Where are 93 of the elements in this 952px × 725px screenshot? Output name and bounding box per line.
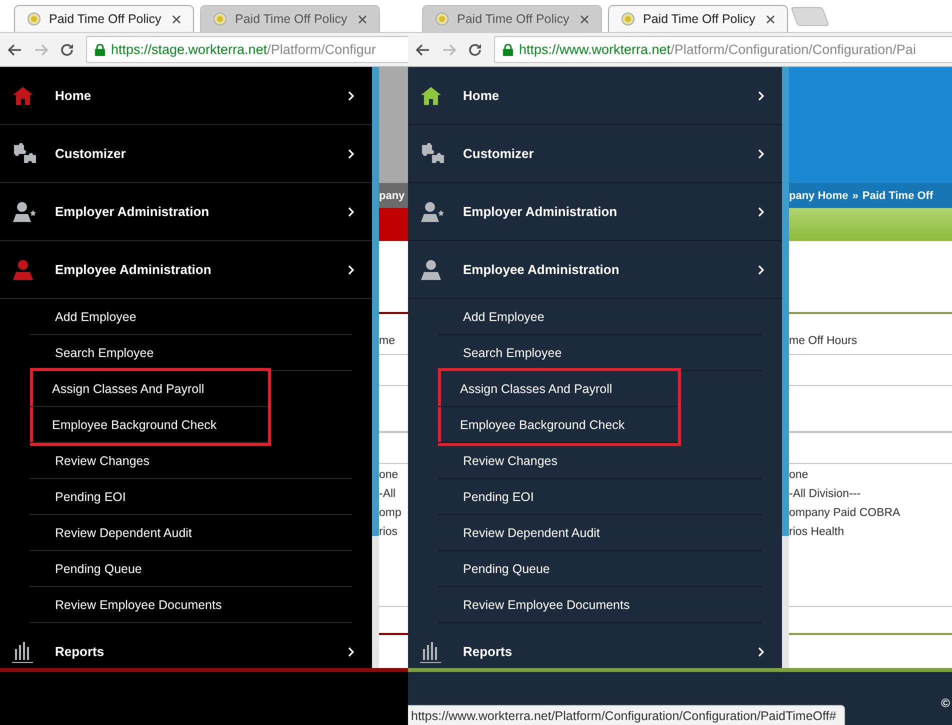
favicon-icon	[27, 12, 41, 26]
breadcrumb-text: »	[852, 190, 858, 202]
list-text: rios	[379, 525, 398, 540]
submenu-item[interactable]: Assign Classes And Payroll	[30, 371, 268, 407]
submenu-item[interactable]: Review Changes	[30, 443, 352, 479]
favicon-icon	[435, 12, 449, 26]
scrollbar-thumb[interactable]	[782, 67, 789, 536]
tab-title: Paid Time Off Policy	[49, 12, 162, 26]
person-icon	[420, 258, 442, 280]
lock-icon	[503, 44, 513, 56]
close-icon[interactable]	[172, 14, 181, 24]
breadcrumb-text: pany Home	[789, 190, 848, 202]
copyright-text: ©	[941, 696, 950, 710]
scrollbar-thumb[interactable]	[372, 67, 379, 536]
breadcrumb-text: pany	[379, 190, 405, 202]
chevron-icon	[758, 148, 764, 158]
close-icon[interactable]	[358, 14, 367, 24]
chevron-icon	[348, 206, 354, 216]
lock-icon	[95, 44, 105, 56]
browser-tab[interactable]: Paid Time Off Policy	[14, 5, 194, 32]
tab-title: Paid Time Off Policy	[643, 12, 756, 26]
submenu-item[interactable]: Pending Queue	[30, 551, 352, 587]
chevron-icon	[758, 90, 764, 100]
chevron-icon	[758, 646, 764, 656]
menu-item[interactable]: Employer Administration	[0, 183, 372, 241]
submenu-item[interactable]: Review Employee Documents	[438, 587, 762, 623]
close-icon[interactable]	[766, 14, 775, 24]
tab-title: Paid Time Off Policy	[235, 12, 348, 26]
list-text: omp	[379, 506, 402, 521]
field-label: me	[379, 334, 395, 349]
bar-chart-icon	[12, 640, 34, 662]
close-icon[interactable]	[580, 14, 589, 24]
bar-chart-icon	[420, 640, 442, 662]
address-bar[interactable]: https://www.workterra.net/Platform/Configuration/Configuration/Pai	[494, 36, 952, 63]
browser-tab[interactable]: Paid Time Off Policy	[200, 5, 380, 32]
favicon-icon	[621, 12, 635, 26]
url-text: https://www.workterra.net/Platform/Configuration/Configuration/Pai	[519, 42, 916, 57]
address-bar[interactable]: https://stage.workterra.net/Platform/Configur	[86, 36, 408, 63]
submenu-item[interactable]: Assign Classes And Payroll	[438, 371, 678, 407]
chevron-icon	[758, 206, 764, 216]
chevron-icon	[348, 148, 354, 158]
breadcrumb-text: Paid Time Off	[862, 190, 934, 202]
menu-item[interactable]: Employee Administration	[408, 241, 782, 299]
favicon-icon	[213, 12, 227, 26]
menu-item[interactable]: Employer Administration	[408, 183, 782, 241]
submenu-item[interactable]: Review Dependent Audit	[438, 515, 762, 551]
submenu-item[interactable]: Pending EOI	[30, 479, 352, 515]
submenu-item[interactable]: Review Employee Documents	[30, 587, 352, 623]
url-text: https://stage.workterra.net/Platform/Configur	[111, 42, 376, 57]
menu-item[interactable]: Customizer	[0, 125, 372, 183]
back-icon[interactable]	[8, 44, 22, 56]
puzzle-icon	[12, 142, 38, 164]
list-text: one	[379, 468, 398, 483]
list-text: -All	[379, 487, 396, 502]
reload-icon[interactable]	[60, 42, 74, 56]
chevron-icon	[348, 646, 354, 656]
browser-tab[interactable]: Paid Time Off Policy	[422, 5, 602, 32]
submenu-item[interactable]: Add Employee	[30, 299, 352, 335]
submenu-item[interactable]: Add Employee	[438, 299, 762, 335]
submenu-item[interactable]: Review Dependent Audit	[30, 515, 352, 551]
list-text: rios Health	[789, 525, 844, 540]
submenu-item[interactable]: Search Employee	[438, 335, 762, 371]
house-icon	[12, 86, 34, 106]
person-star-icon	[12, 200, 38, 222]
submenu-item[interactable]: Pending Queue	[438, 551, 762, 587]
chevron-icon	[348, 90, 354, 100]
house-icon	[420, 86, 442, 106]
list-text: ompany Paid COBRA	[789, 506, 900, 521]
submenu-item[interactable]: Employee Background Check	[438, 407, 678, 443]
list-text: -All Division---	[789, 487, 861, 502]
person-icon	[12, 258, 34, 280]
menu-item[interactable]: Home	[0, 67, 372, 125]
chevron-icon	[348, 264, 354, 274]
scrollbar-track[interactable]	[782, 67, 789, 668]
browser-tab[interactable]: Paid Time Off Policy	[608, 5, 788, 32]
submenu-item[interactable]: Search Employee	[30, 335, 352, 371]
chevron-icon	[758, 264, 764, 274]
person-star-icon	[420, 200, 446, 222]
submenu-item[interactable]: Review Changes	[438, 443, 762, 479]
menu-item[interactable]: Home	[408, 67, 782, 125]
back-icon[interactable]	[416, 44, 430, 56]
tab-title: Paid Time Off Policy	[457, 12, 570, 26]
status-url: https://www.workterra.net/Platform/Configuration/Configuration/PaidTimeOff#	[408, 705, 846, 725]
menu-item[interactable]: Customizer	[408, 125, 782, 183]
title-band	[379, 208, 408, 241]
reload-icon[interactable]	[468, 42, 482, 56]
menu-item[interactable]: Employee Administration	[0, 241, 372, 299]
puzzle-icon	[420, 142, 446, 164]
submenu-item[interactable]: Pending EOI	[438, 479, 762, 515]
list-text: one	[789, 468, 808, 483]
submenu-item[interactable]: Employee Background Check	[30, 407, 268, 443]
scrollbar-track[interactable]	[372, 67, 379, 668]
field-label: me Off Hours	[789, 334, 858, 349]
